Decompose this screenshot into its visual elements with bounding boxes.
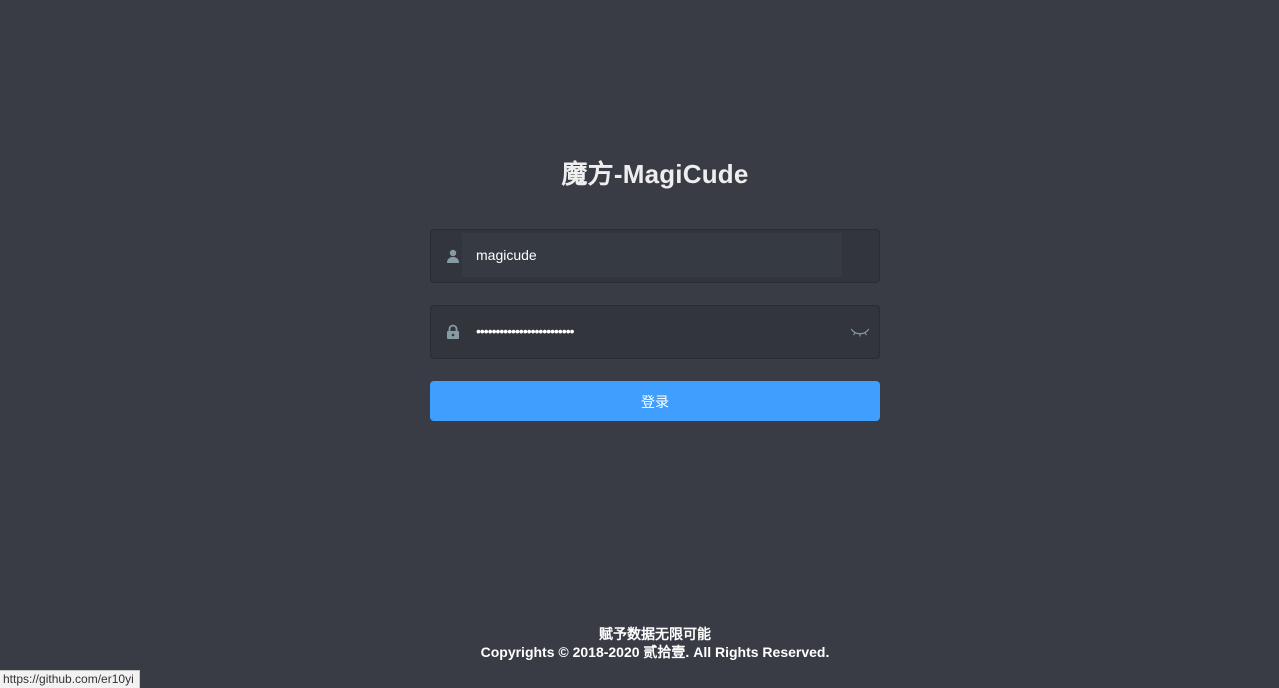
password-input-wrapper [462,309,842,353]
username-field[interactable] [430,229,880,283]
login-form: 登录 [430,229,880,421]
browser-status-url: https://github.com/er10yi [0,670,140,688]
user-icon [445,248,461,264]
page-title: 魔方-MagiCude [561,159,749,189]
footer-slogan: 赋予数据无限可能 [599,626,711,642]
footer-copyright: Copyrights © 2018-2020 贰拾壹. All Rights R… [480,644,830,660]
login-page: 魔方-MagiCude magicude •••••••••••••••••••… [0,0,1279,688]
password-input[interactable] [476,309,836,353]
eye-closed-icon[interactable] [850,324,870,340]
password-field[interactable] [430,305,880,359]
username-input-wrapper [462,233,842,277]
username-input[interactable] [476,233,836,277]
footer: 赋予数据无限可能 Copyrights © 2018-2020 贰拾壹. All… [0,625,1279,661]
login-button[interactable]: 登录 [430,381,880,421]
lock-icon [445,324,461,340]
